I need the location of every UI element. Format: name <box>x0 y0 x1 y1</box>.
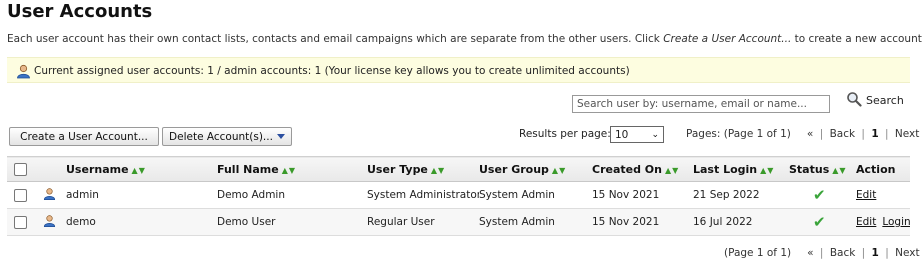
cell-username: admin <box>66 189 99 201</box>
login-link[interactable]: Login <box>882 216 910 228</box>
col-action: Action <box>856 157 910 182</box>
col-last-login-label: Last Login <box>693 162 758 176</box>
col-last-login[interactable]: Last Login ▲▼ <box>693 157 789 182</box>
cell-created-on: 15 Nov 2021 <box>592 216 660 228</box>
delete-button-label: Delete Account(s)... <box>169 130 273 143</box>
row-checkbox[interactable] <box>14 215 27 229</box>
pager-bottom-current-page: 1 <box>871 247 879 259</box>
check-icon: ✔ <box>813 186 826 204</box>
sort-arrows-icon[interactable]: ▲▼ <box>132 166 146 175</box>
cell-user-group: System Admin <box>479 216 555 228</box>
sort-arrows-icon[interactable]: ▲▼ <box>431 166 445 175</box>
cell-created-on: 15 Nov 2021 <box>592 189 660 201</box>
sort-arrows-icon[interactable]: ▲▼ <box>282 166 296 175</box>
col-username[interactable]: Username ▲▼ <box>66 157 217 182</box>
sort-arrows-icon[interactable]: ▲▼ <box>665 166 679 175</box>
pager-bottom-first-link[interactable]: « <box>807 247 813 259</box>
user-accounts-table: Username ▲▼ Full Name ▲▼ User Type ▲▼ User … <box>7 156 910 236</box>
col-user-type[interactable]: User Type ▲▼ <box>367 157 479 182</box>
search-icon <box>846 91 862 110</box>
col-status-label: Status <box>789 162 830 176</box>
col-status[interactable]: Status ▲▼ <box>789 157 856 182</box>
table-row: demo Demo User Regular User System Admin… <box>7 208 910 236</box>
col-created-on-label: Created On <box>592 162 662 176</box>
edit-link[interactable]: Edit <box>856 216 876 228</box>
page-title: User Accounts <box>7 1 153 22</box>
user-icon <box>16 63 31 89</box>
check-icon: ✔ <box>813 213 826 231</box>
chevron-down-icon <box>276 134 285 139</box>
col-full-name-label: Full Name <box>217 162 279 176</box>
description-post: to create a new account. <box>791 33 923 45</box>
cell-user-group: System Admin <box>479 189 555 201</box>
edit-link[interactable]: Edit <box>856 189 876 201</box>
pager-bottom-back-link[interactable]: Back <box>830 247 856 259</box>
pager-top-first-link[interactable]: « <box>807 128 813 140</box>
sort-arrows-icon[interactable]: ▲▼ <box>832 166 846 175</box>
notice-text: Current assigned user accounts: 1 / admi… <box>34 65 630 77</box>
search-button-label: Search <box>866 93 904 107</box>
pager-top: Pages: (Page 1 of 1) « | Back | 1 | Next… <box>686 128 920 140</box>
chevron-down-icon: ⌄ <box>651 129 659 140</box>
col-created-on[interactable]: Created On ▲▼ <box>592 157 693 182</box>
cell-full-name: Demo User <box>217 216 276 228</box>
create-button-label: Create a User Account... <box>20 130 148 143</box>
user-icon <box>43 214 56 231</box>
pager-bottom-pages-text: (Page 1 of 1) <box>724 247 792 259</box>
pager-top-back-link[interactable]: Back <box>830 128 856 140</box>
col-full-name[interactable]: Full Name ▲▼ <box>217 157 367 182</box>
pager-top-next-link[interactable]: Next <box>895 128 919 140</box>
table-header-row: Username ▲▼ Full Name ▲▼ User Type ▲▼ User … <box>7 156 910 182</box>
select-all-checkbox[interactable] <box>14 162 27 176</box>
description-pre: Each user account has their own contact … <box>7 33 664 45</box>
cell-last-login: 21 Sep 2022 <box>693 189 760 201</box>
col-user-group[interactable]: User Group ▲▼ <box>479 157 592 182</box>
results-per-page-value: 10 <box>615 128 629 141</box>
cell-full-name: Demo Admin <box>217 189 285 201</box>
user-icon <box>43 187 56 204</box>
col-user-group-label: User Group <box>479 162 549 176</box>
table-row: admin Demo Admin System Administrator Sy… <box>7 182 910 209</box>
sort-arrows-icon[interactable]: ▲▼ <box>760 166 774 175</box>
cell-last-login: 16 Jul 2022 <box>693 216 753 228</box>
pager-bottom: (Page 1 of 1) « | Back | 1 | Next | » <box>724 247 920 259</box>
row-checkbox[interactable] <box>14 188 27 202</box>
results-per-page-label: Results per page: <box>519 128 611 140</box>
col-username-label: Username <box>66 162 129 176</box>
col-user-type-label: User Type <box>367 162 428 176</box>
delete-accounts-button[interactable]: Delete Account(s)... <box>162 127 292 146</box>
cell-user-type: Regular User <box>367 216 435 228</box>
page-description: Each user account has their own contact … <box>7 33 923 45</box>
search-button[interactable]: Search <box>846 91 904 109</box>
sort-arrows-icon[interactable]: ▲▼ <box>552 166 566 175</box>
results-per-page-select[interactable]: 10 ⌄ <box>610 126 664 143</box>
cell-username: demo <box>66 216 96 228</box>
pager-top-current-page: 1 <box>871 128 879 140</box>
license-notice: Current assigned user accounts: 1 / admi… <box>7 57 910 83</box>
col-action-label: Action <box>856 162 896 176</box>
search-input[interactable] <box>572 95 830 113</box>
create-user-account-button[interactable]: Create a User Account... <box>9 127 159 146</box>
pager-top-pages-text: Pages: (Page 1 of 1) <box>686 128 791 140</box>
pager-bottom-next-link[interactable]: Next <box>895 247 919 259</box>
cell-user-type: System Administrator <box>367 189 479 201</box>
description-link-text: Create a User Account... <box>663 33 792 45</box>
